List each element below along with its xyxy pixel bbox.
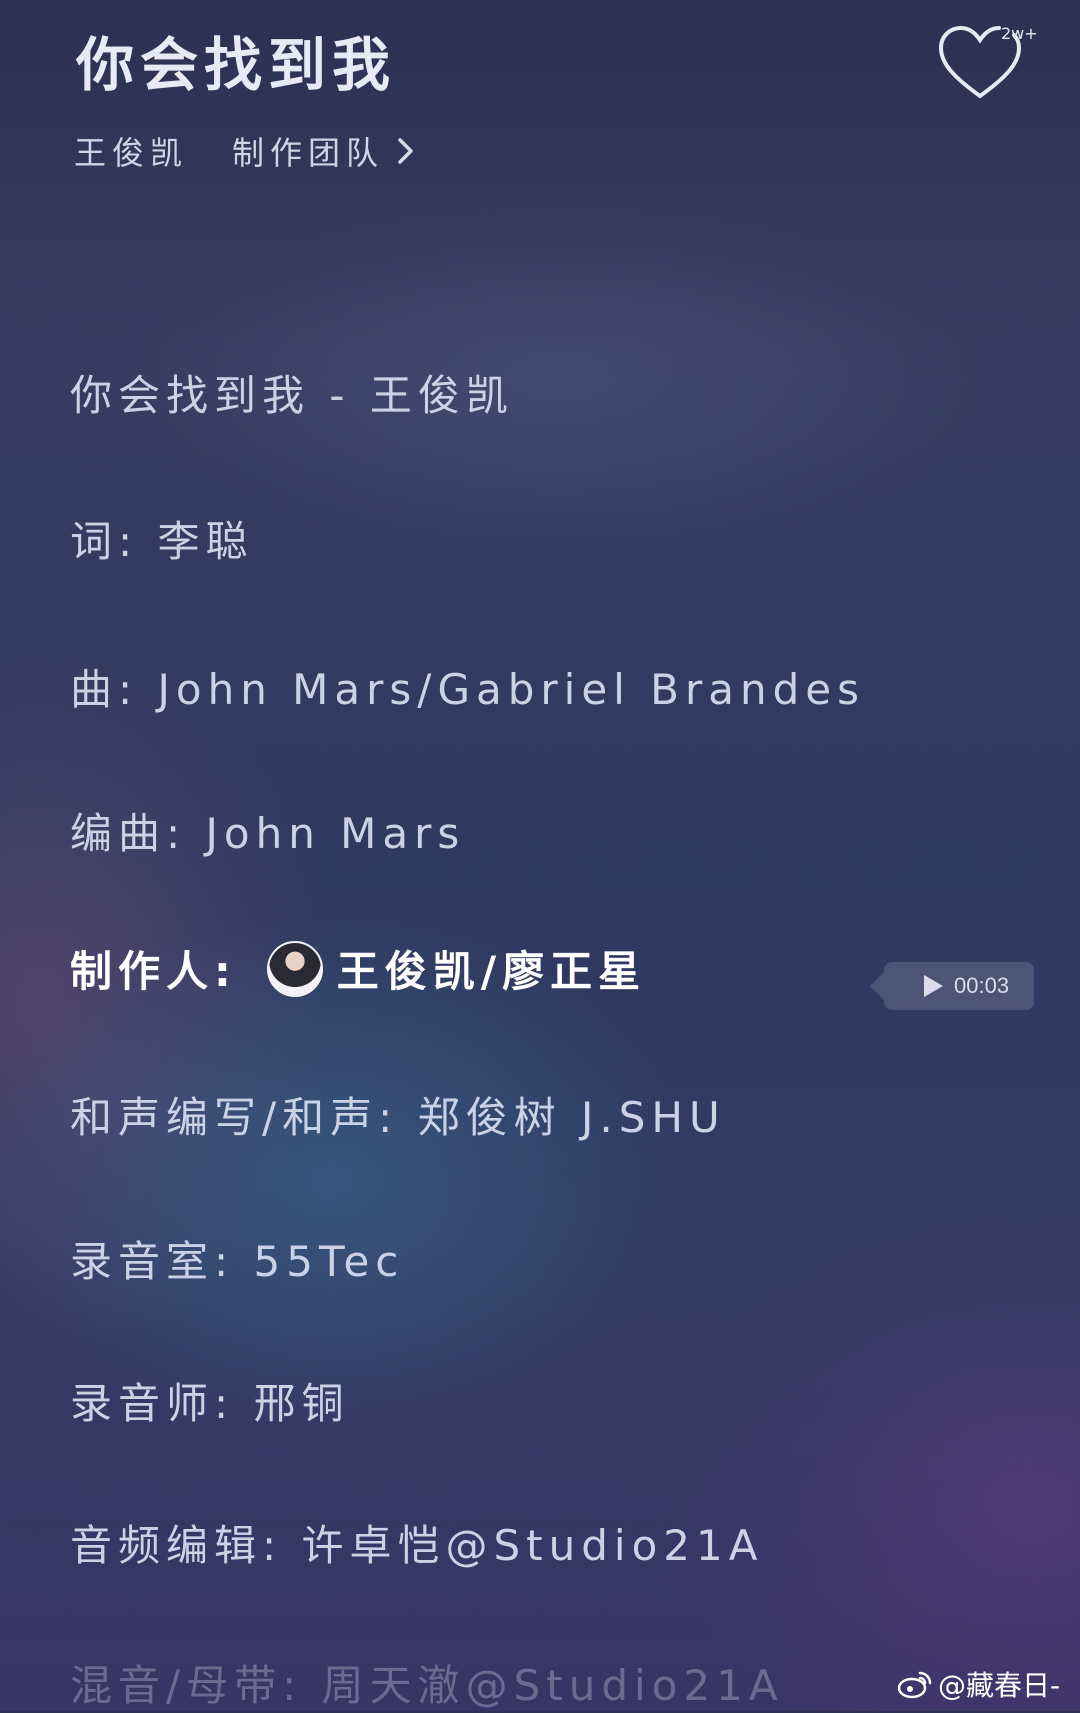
weibo-icon: [898, 1671, 932, 1699]
credit-line: 录音师: 邢铜: [70, 1379, 350, 1428]
artist-link[interactable]: 王俊凯: [74, 128, 188, 174]
credit-line: 词: 李聪: [70, 517, 254, 566]
play-icon: [924, 975, 943, 997]
like-button[interactable]: 2w+: [935, 18, 1038, 108]
watermark-text: @藏春日-: [938, 1669, 1061, 1702]
like-count: 2w+: [1001, 24, 1038, 43]
seek-time: 00:03: [954, 973, 1010, 998]
credit-line: 录音室: 55Tec: [70, 1237, 405, 1286]
credit-line: 音频编辑: 许卓恺@Studio21A: [70, 1521, 764, 1570]
credit-label: 制作人:: [70, 947, 237, 996]
seek-play-button[interactable]: 00:03: [870, 962, 1034, 1010]
producer-names[interactable]: 王俊凯/廖正星: [337, 947, 646, 996]
credit-line: 混音/母带: 周天澈@Studio21A: [70, 1661, 784, 1710]
song-meta: 王俊凯 制作团队: [74, 128, 418, 174]
song-title: 你会找到我: [76, 31, 397, 99]
chevron-right-icon: [398, 138, 413, 164]
credit-line: 你会找到我 - 王俊凯: [70, 371, 514, 420]
credit-line: 和声编写/和声: 郑俊树 J.SHU: [70, 1093, 726, 1142]
producer-avatar[interactable]: [266, 940, 323, 997]
credit-line: 曲: John Mars/Gabriel Brandes: [70, 665, 866, 714]
production-team-label: 制作团队: [232, 134, 385, 172]
weibo-watermark: @藏春日-: [898, 1664, 1060, 1704]
credit-line-active: 制作人: 王俊凯/廖正星: [70, 938, 646, 1003]
production-team-link[interactable]: 制作团队: [232, 128, 418, 174]
credit-line: 编曲: John Mars: [70, 809, 466, 858]
